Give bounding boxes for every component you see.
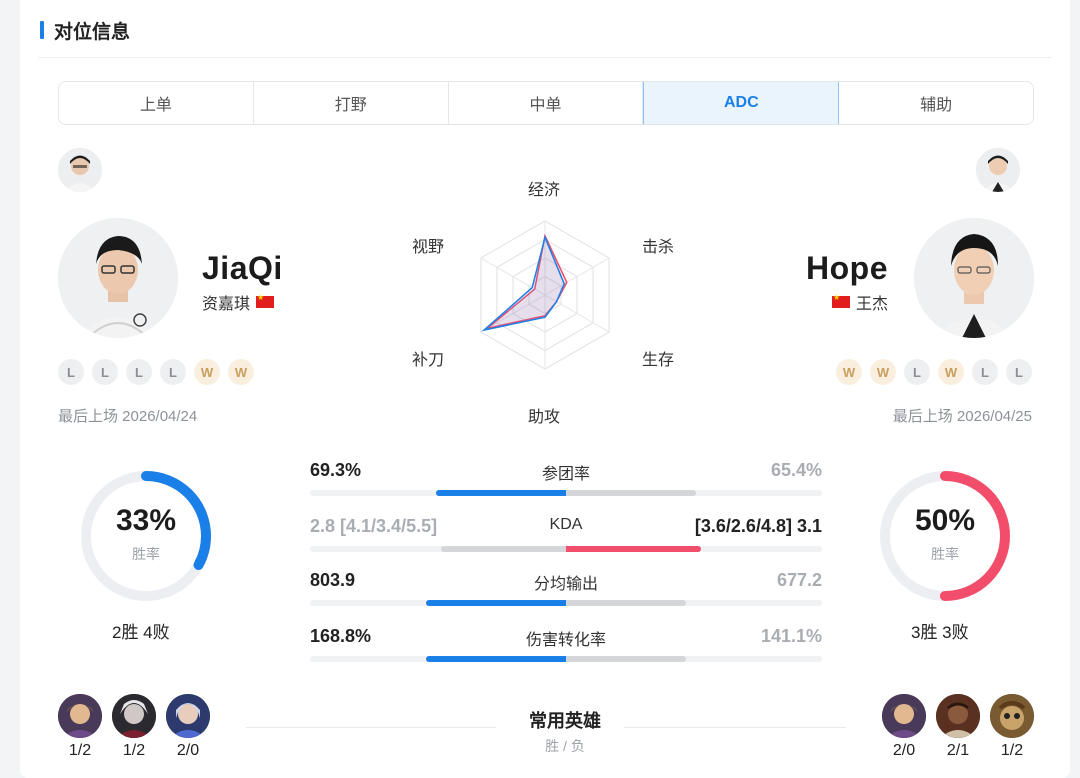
radar-label-vision: 视野 [412,239,445,256]
left-hero-2[interactable] [112,694,156,738]
common-heroes-title: 常用英雄 [529,711,601,731]
section-header: 对位信息 [40,12,130,48]
matchup-card: 对位信息 上单 打野 中单 ADC 辅助 JiaQi 资嘉琪 LLLLWW 最后… [20,0,1070,778]
right-result-badge-1: W [836,359,862,385]
right-hero-3-record: 1/2 [1000,742,1024,759]
left-record: 2胜 4败 [112,623,170,642]
left-result-badge-6: W [228,359,254,385]
right-player-realname-row: 王杰 [826,290,888,314]
left-result-badge-3: L [126,359,152,385]
stat-row-damage-conversion: 168.8% 伤害转化率 141.1% [310,626,822,676]
radar-label-cs: 补刀 [412,352,445,369]
right-hero-2[interactable] [936,694,980,738]
right-result-badge-5: L [972,359,998,385]
tab-jungle[interactable]: 打野 [254,82,449,124]
stat-right-bar [566,600,686,606]
china-flag-icon [256,293,275,308]
left-result-badge-5: W [194,359,220,385]
radar-label-kills: 击杀 [642,239,675,256]
right-winrate-label: 胜率 [931,546,959,562]
left-winrate-ring: 33% 胜率 [76,466,216,606]
stat-left-bar [436,490,566,496]
left-hero-1[interactable] [58,694,102,738]
radar-chart [480,220,610,370]
common-heroes-divider-left [246,727,496,728]
left-hero-2-record: 1/2 [122,742,146,759]
right-result-badge-3: L [904,359,930,385]
stat-row-dpm: 803.9 分均输出 677.2 [310,570,822,620]
right-player-realname: 王杰 [855,296,888,313]
left-player-realname: 资嘉琪 [202,296,251,313]
stat-right-bar [566,656,686,662]
stat-right-bar [566,546,701,552]
header-divider [38,57,1052,58]
right-team-avatar[interactable] [976,148,1020,192]
common-heroes-subtitle: 胜 / 负 [545,738,585,754]
stat-left-bar [426,656,566,662]
right-hero-3[interactable] [990,694,1034,738]
right-recent-results: WWLWLL [836,359,1032,385]
right-result-badge-2: W [870,359,896,385]
right-hero-2-record: 2/1 [946,742,970,759]
left-recent-results: LLLLWW [58,359,254,385]
right-hero-1[interactable] [882,694,926,738]
tab-mid[interactable]: 中单 [449,82,644,124]
header-accent-bar [40,21,44,39]
stat-name: 分均输出 [533,576,598,593]
stat-name: 参团率 [541,466,590,483]
left-hero-3[interactable] [166,694,210,738]
left-last-played: 最后上场 2026/04/24 [58,408,198,425]
stat-row-kda: 2.8 [4.1/3.4/5.5] KDA [3.6/2.6/4.8] 3.1 [310,516,822,566]
stat-right-value: 141.1% [760,626,822,646]
right-result-badge-4: W [938,359,964,385]
stat-right-bar [566,490,696,496]
left-winrate-label: 胜率 [132,546,160,562]
right-player-name: Hope [806,250,888,286]
tab-top[interactable]: 上单 [59,82,254,124]
stat-right-value: 65.4% [770,460,822,480]
right-player-avatar[interactable] [914,218,1034,338]
right-hero-1-record: 2/0 [892,742,916,759]
left-hero-3-record: 2/0 [176,742,200,759]
china-flag-icon [831,293,850,308]
left-result-badge-2: L [92,359,118,385]
radar-label-assists: 助攻 [528,409,561,426]
position-tabs: 上单 打野 中单 ADC 辅助 [58,81,1034,125]
right-record: 3胜 3败 [911,623,969,642]
stat-left-bar [426,600,566,606]
left-hero-1-record: 1/2 [68,742,92,759]
right-last-played: 最后上场 2026/04/25 [892,408,1032,425]
stat-row-participation: 69.3% 参团率 65.4% [310,460,822,510]
left-team-avatar[interactable] [58,148,102,192]
radar-label-survival: 生存 [642,352,675,369]
left-winrate-value: 33% [115,504,177,537]
right-winrate-value: 50% [914,504,976,537]
left-player-realname-row: 资嘉琪 [202,290,280,314]
stat-left-bar [441,546,566,552]
radar-label-economy: 经济 [528,182,561,199]
left-player-name: JiaQi [202,250,283,286]
section-title: 对位信息 [54,21,131,43]
right-result-badge-6: L [1006,359,1032,385]
stat-right-value: 677.2 [776,570,822,590]
stat-right-value: [3.6/2.6/4.8] 3.1 [694,516,822,536]
left-result-badge-4: L [160,359,186,385]
stat-name: 伤害转化率 [525,632,606,649]
tab-support[interactable]: 辅助 [839,82,1033,124]
left-player-avatar[interactable] [58,218,178,338]
tab-adc[interactable]: ADC [643,82,840,124]
right-winrate-ring: 50% 胜率 [875,466,1015,606]
left-result-badge-1: L [58,359,84,385]
